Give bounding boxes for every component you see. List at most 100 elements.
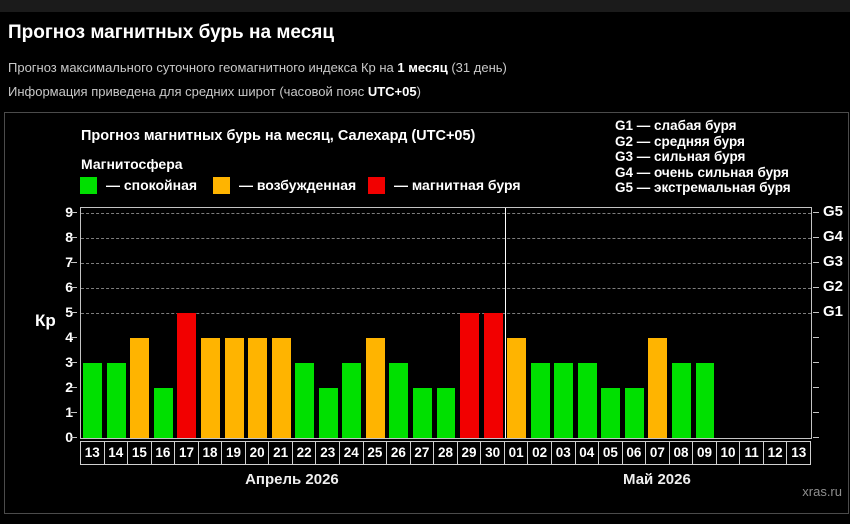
date-label: 16: [151, 441, 176, 465]
legend-label-quiet: — спокойная: [106, 177, 197, 193]
kp-bar: [154, 388, 173, 438]
right-tick-mark: [813, 287, 819, 288]
date-label: 04: [575, 441, 600, 465]
kp-bar: [507, 338, 526, 438]
y-tick-mark: [71, 337, 77, 338]
watermark: xras.ru: [802, 484, 842, 499]
g-legend-line: G5 — экстремальная буря: [615, 180, 791, 196]
y-tick-label: 7: [47, 254, 73, 270]
kp-bar: [107, 363, 126, 438]
gridline-kp8: [81, 238, 811, 239]
legend-item-quiet: — спокойная: [80, 176, 197, 194]
gridline-kp9: [81, 213, 811, 214]
forecast-chart-panel: Прогноз магнитных бурь на месяц, Салехар…: [4, 112, 849, 514]
date-label: 13: [80, 441, 105, 465]
month-label: Май 2026: [623, 471, 691, 488]
page-title: Прогноз магнитных бурь на месяц: [8, 22, 334, 44]
right-tick-mark: [813, 337, 819, 338]
kp-bar: [648, 338, 667, 438]
date-label: 13: [786, 441, 811, 465]
kp-bar: [413, 388, 432, 438]
page-subtitle-latitude: Информация приведена для средних широт (…: [8, 84, 421, 99]
kp-bar: [295, 363, 314, 438]
legend-swatch-quiet-icon: [80, 177, 97, 194]
gridline-kp7: [81, 263, 811, 264]
right-tick-mark: [813, 312, 819, 313]
subtitle-bold-period: 1 месяц: [397, 60, 447, 75]
subtitle-text: (31 день): [448, 60, 507, 75]
y-tick-label: 8: [47, 229, 73, 245]
legend-label-excited: — возбужденная: [239, 177, 356, 193]
g-legend-line: G1 — слабая буря: [615, 118, 791, 134]
kp-bar: [672, 363, 691, 438]
date-label: 03: [551, 441, 576, 465]
kp-bar: [625, 388, 644, 438]
y-tick-mark: [71, 262, 77, 263]
kp-bar: [484, 313, 503, 438]
date-label: 15: [127, 441, 152, 465]
y-tick-mark: [71, 387, 77, 388]
date-label: 24: [339, 441, 364, 465]
right-tick-mark: [813, 362, 819, 363]
kp-bar: [460, 313, 479, 438]
kp-bar: [389, 363, 408, 438]
date-label: 07: [645, 441, 670, 465]
kp-bar: [201, 338, 220, 438]
right-tick-mark: [813, 437, 819, 438]
date-label: 01: [504, 441, 529, 465]
date-label: 09: [692, 441, 717, 465]
g-legend-line: G2 — средняя буря: [615, 134, 791, 150]
y-tick-label: 0: [47, 429, 73, 445]
kp-bar: [342, 363, 361, 438]
y-tick-mark: [71, 212, 77, 213]
kp-bar: [248, 338, 267, 438]
g-axis-label-g4: G4: [823, 228, 843, 245]
date-axis: 1314151617181920212223242526272829300102…: [80, 441, 812, 466]
date-label: 28: [433, 441, 458, 465]
y-tick-mark: [71, 437, 77, 438]
legend-swatch-storm-icon: [368, 177, 385, 194]
chart-title: Прогноз магнитных бурь на месяц, Салехар…: [81, 128, 475, 144]
right-tick-mark: [813, 412, 819, 413]
date-label: 06: [622, 441, 647, 465]
kp-bar: [601, 388, 620, 438]
kp-bar: [272, 338, 291, 438]
date-label: 26: [386, 441, 411, 465]
g-axis-label-g1: G1: [823, 303, 843, 320]
g-legend-line: G4 — очень сильная буря: [615, 165, 791, 181]
legend-title: Магнитосфера: [81, 156, 183, 172]
y-tick-mark: [71, 237, 77, 238]
plot-area: [80, 207, 812, 439]
kp-bar: [366, 338, 385, 438]
y-tick-mark: [71, 362, 77, 363]
page-subtitle-kp: Прогноз максимального суточного геомагни…: [8, 60, 507, 75]
right-tick-mark: [813, 212, 819, 213]
legend-item-excited: — возбужденная: [213, 176, 356, 194]
kp-bar: [531, 363, 550, 438]
subtitle-text: ): [417, 84, 421, 99]
date-label: 21: [268, 441, 293, 465]
kp-bar: [578, 363, 597, 438]
y-tick-label: 5: [47, 304, 73, 320]
subtitle-text: Прогноз максимального суточного геомагни…: [8, 60, 397, 75]
y-tick-mark: [71, 312, 77, 313]
kp-bar: [554, 363, 573, 438]
kp-bar: [696, 363, 715, 438]
right-tick-mark: [813, 237, 819, 238]
kp-bar: [319, 388, 338, 438]
subtitle-text: Информация приведена для средних широт (…: [8, 84, 368, 99]
y-tick-label: 2: [47, 379, 73, 395]
date-label: 22: [292, 441, 317, 465]
y-tick-label: 3: [47, 354, 73, 370]
kp-bar: [177, 313, 196, 438]
date-label: 25: [363, 441, 388, 465]
date-label: 12: [763, 441, 788, 465]
legend-item-storm: — магнитная буря: [368, 176, 521, 194]
right-tick-mark: [813, 387, 819, 388]
g-axis-label-g5: G5: [823, 203, 843, 220]
month-label: Апрель 2026: [245, 471, 339, 488]
page-top-strip: [0, 0, 850, 12]
date-label: 17: [174, 441, 199, 465]
date-label: 29: [457, 441, 482, 465]
gridline-kp6: [81, 288, 811, 289]
